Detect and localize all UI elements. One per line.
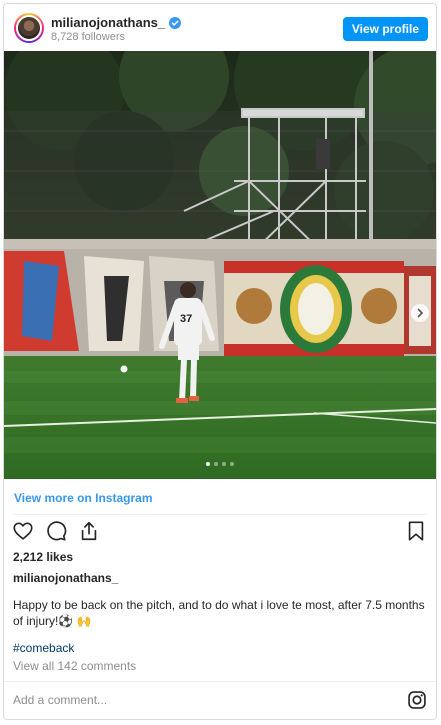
post-photo[interactable]: 37: [4, 51, 436, 479]
comment-icon[interactable]: [45, 520, 67, 542]
post-header: milianojonathans_ 8,728 followers View p…: [4, 4, 436, 51]
caption-text: Happy to be back on the pitch, and to do…: [13, 598, 425, 628]
carousel-dot: [222, 462, 226, 466]
hashtag-link[interactable]: #comeback: [13, 641, 74, 655]
bookmark-icon[interactable]: [405, 520, 427, 542]
next-slide-button[interactable]: [411, 304, 429, 322]
instagram-logo-icon[interactable]: [407, 690, 427, 710]
likes-count[interactable]: 2,212 likes: [13, 550, 73, 564]
photo-scene: 37: [4, 51, 436, 479]
avatar[interactable]: [14, 13, 44, 43]
verified-badge-icon: [169, 16, 182, 29]
instagram-embed-card: milianojonathans_ 8,728 followers View p…: [3, 3, 437, 720]
caption-username[interactable]: milianojonathans_: [13, 571, 118, 585]
divider: [14, 514, 426, 515]
view-comments-link[interactable]: View all 142 comments: [13, 659, 136, 673]
username-row: milianojonathans_: [51, 15, 182, 30]
carousel-dot: [230, 462, 234, 466]
action-bar: [12, 520, 100, 542]
avatar-image: [16, 15, 42, 41]
view-profile-button[interactable]: View profile: [342, 17, 428, 41]
carousel-dot-active: [206, 462, 210, 466]
chevron-right-icon: [417, 308, 424, 318]
username[interactable]: milianojonathans_: [51, 15, 165, 30]
carousel-dot: [214, 462, 218, 466]
followers-count: 8,728 followers: [51, 31, 125, 43]
add-comment-input[interactable]: [13, 693, 393, 707]
divider: [4, 681, 436, 682]
heart-icon[interactable]: [12, 520, 34, 542]
share-icon[interactable]: [78, 520, 100, 542]
carousel-indicators: [4, 462, 436, 466]
svg-text:37: 37: [180, 313, 192, 325]
view-more-link[interactable]: View more on Instagram: [14, 491, 153, 505]
